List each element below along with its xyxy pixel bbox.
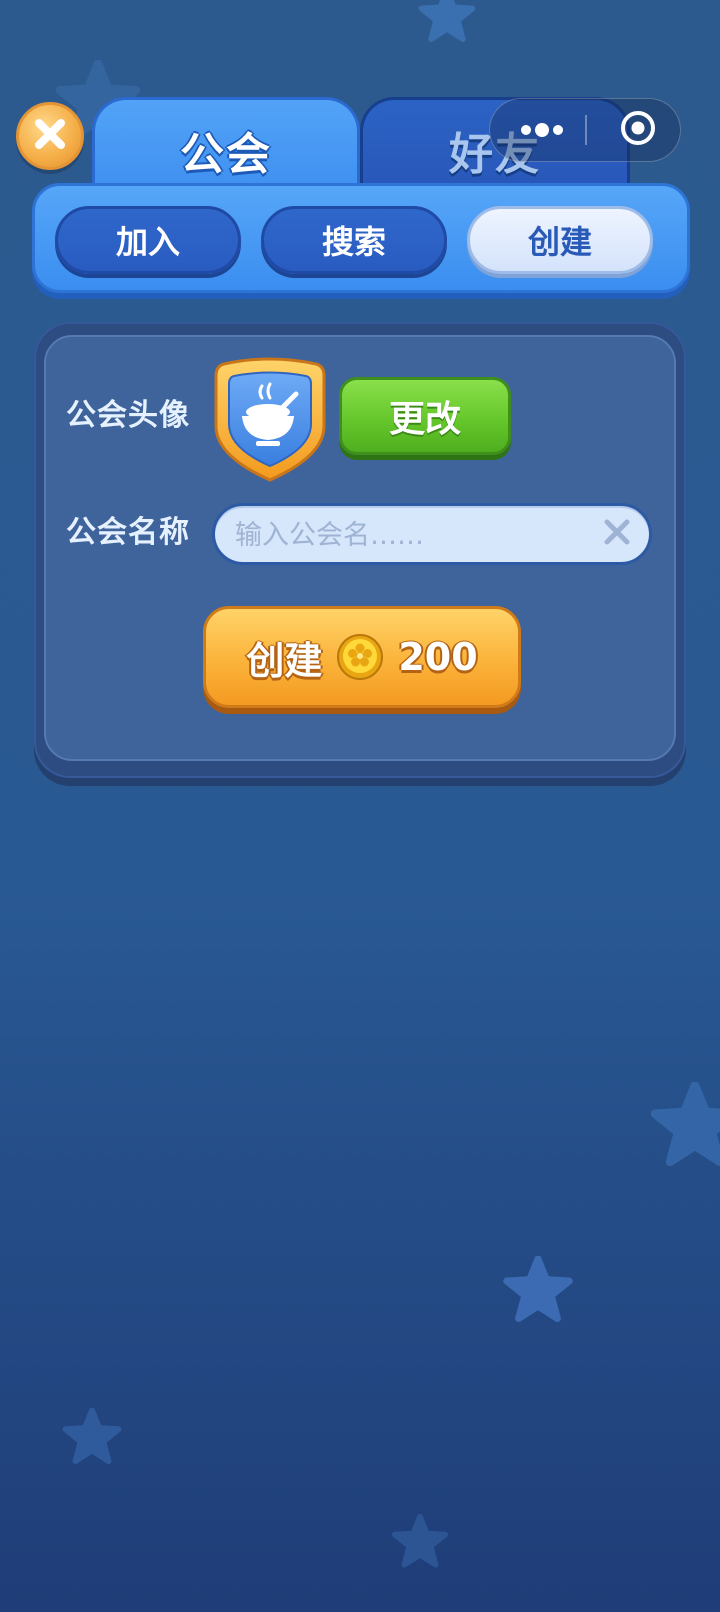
miniprogram-capsule [489,98,681,162]
guild-avatar-label: 公会头像 [66,398,190,433]
more-button[interactable] [512,99,572,161]
create-cost-value: 200 [398,635,478,679]
exit-miniprogram-button[interactable] [610,99,666,161]
more-dots-icon [512,123,572,165]
change-avatar-button[interactable]: 更改 [339,377,511,455]
subtab-bar: 加入 搜索 创建 [32,183,690,293]
subtab-create[interactable]: 创建 [467,206,653,274]
create-guild-button[interactable]: 创建 200 [203,606,521,708]
subtab-search-label: 搜索 [321,223,386,261]
subtab-join[interactable]: 加入 [55,206,241,274]
subtab-create-label: 创建 [527,223,592,261]
guild-name-field [212,503,652,565]
background-star-icon [62,1408,122,1464]
tab-guild-label: 公会 [180,129,272,180]
target-circle-icon [618,108,658,152]
coin-icon [336,633,384,681]
change-avatar-label: 更改 [388,399,461,440]
capsule-divider [585,115,587,145]
background-star-icon [418,0,476,42]
guild-name-input[interactable] [233,506,597,564]
subtab-join-label: 加入 [115,223,180,261]
create-guild-label: 创建 [246,638,323,683]
background-star-icon [650,1082,720,1166]
background-star-icon [392,1514,448,1568]
close-icon [31,115,69,157]
close-button[interactable] [16,102,84,170]
clear-icon [602,517,632,551]
clear-button[interactable] [599,516,635,552]
guild-name-label: 公会名称 [66,515,190,550]
subtab-search[interactable]: 搜索 [261,206,447,274]
guild-avatar[interactable] [208,356,332,486]
background-star-icon [503,1256,573,1322]
tab-guild[interactable]: 公会 [92,97,360,197]
